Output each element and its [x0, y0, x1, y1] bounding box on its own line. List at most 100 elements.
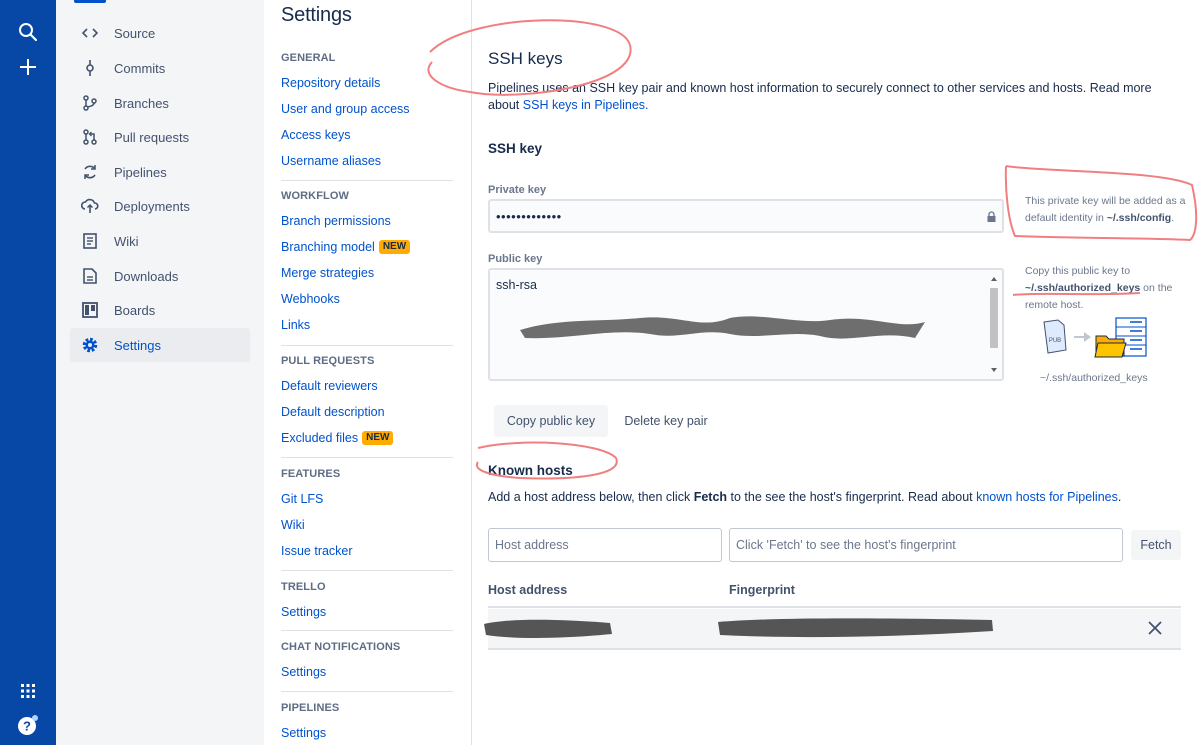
sidebar-item-label: Commits	[114, 60, 166, 76]
table-row-rule	[488, 648, 1181, 650]
link-links[interactable]: Links	[281, 312, 453, 338]
known-hosts-description: Add a host address below, then click Fet…	[488, 490, 1188, 504]
main-content: SSH keys Pipelines uses an SSH key pair …	[472, 0, 1200, 745]
column-header-host: Host address	[488, 583, 568, 597]
help-icon[interactable]: ?	[16, 713, 40, 737]
page-title: Settings	[281, 4, 352, 26]
sidebar-item-pull-requests[interactable]: Pull requests	[70, 120, 250, 154]
desc-text: .	[1117, 490, 1122, 504]
global-nav: ?	[0, 0, 56, 745]
link-username-aliases[interactable]: Username aliases	[281, 148, 453, 174]
link-pipelines-settings[interactable]: Settings	[281, 720, 453, 745]
table-header-rule	[488, 606, 1181, 608]
delete-key-pair-button[interactable]: Delete key pair	[616, 405, 716, 437]
sidebar-item-label: Downloads	[114, 268, 179, 284]
desc-bold: Fetch	[693, 490, 728, 504]
settings-section-workflow: WORKFLOW Branch permissions Branching mo…	[281, 190, 453, 338]
fingerprint-input[interactable]	[729, 528, 1123, 562]
link-trello-settings[interactable]: Settings	[281, 599, 453, 625]
link-branching-model[interactable]: Branching model NEW	[281, 234, 453, 260]
sidebar-item-branches[interactable]: Branches	[70, 86, 250, 120]
sidebar-item-commits[interactable]: Commits	[70, 51, 250, 85]
branch-icon	[80, 93, 100, 113]
settings-section-chat: CHAT NOTIFICATIONS Settings	[281, 641, 453, 685]
known-hosts-docs-link[interactable]: known hosts for Pipelines	[976, 490, 1118, 504]
sidebar-item-boards[interactable]: Boards	[70, 293, 250, 327]
link-chat-settings[interactable]: Settings	[281, 659, 453, 685]
link-webhooks[interactable]: Webhooks	[281, 286, 453, 312]
ssh-intro-text: Pipelines uses an SSH key pair and known…	[488, 80, 1178, 114]
link-git-lfs[interactable]: Git LFS	[281, 486, 453, 512]
close-icon[interactable]	[1147, 620, 1163, 636]
private-key-label: Private key	[488, 184, 547, 196]
sidebar-item-pipelines[interactable]: Pipelines	[70, 155, 250, 189]
fetch-button[interactable]: Fetch	[1131, 530, 1181, 560]
help-text: .	[1171, 212, 1175, 224]
link-default-reviewers[interactable]: Default reviewers	[281, 373, 453, 399]
link-user-group-access[interactable]: User and group access	[281, 96, 453, 122]
commit-icon	[80, 58, 100, 78]
ssh-keys-docs-link[interactable]: SSH keys in Pipelines.	[523, 98, 649, 112]
public-key-value: ssh-rsa	[496, 278, 537, 292]
link-issue-tracker[interactable]: Issue tracker	[281, 538, 453, 564]
column-header-fingerprint: Fingerprint	[729, 583, 795, 597]
help-text: Copy this public key to	[1025, 265, 1131, 277]
sidebar-item-label: Branches	[114, 95, 169, 111]
host-address-input[interactable]	[488, 528, 722, 562]
link-label: Excluded files	[281, 431, 359, 445]
sidebar-item-wiki[interactable]: Wiki	[70, 224, 250, 258]
sidebar-item-deployments[interactable]: Deployments	[70, 189, 250, 223]
settings-section-pull-requests: PULL REQUESTS Default reviewers Default …	[281, 355, 453, 451]
sidebar-item-label: Pull requests	[114, 129, 190, 145]
divider	[281, 630, 453, 631]
sidebar-item-settings[interactable]: Settings	[70, 328, 250, 362]
pull-request-icon	[80, 127, 100, 147]
repo-avatar[interactable]	[74, 0, 106, 3]
link-repository-details[interactable]: Repository details	[281, 70, 453, 96]
public-key-field[interactable]: ssh-rsa	[488, 268, 1004, 381]
project-sidebar: Source Commits Branches Pull requests Pi…	[56, 0, 264, 745]
ssh-keys-heading: SSH keys	[488, 49, 563, 68]
link-excluded-files[interactable]: Excluded files NEW	[281, 425, 453, 451]
divider	[281, 180, 453, 181]
public-key-scrollbar[interactable]	[989, 274, 999, 375]
source-code-icon	[80, 23, 100, 43]
ssh-key-heading: SSH key	[488, 141, 543, 156]
scroll-thumb[interactable]	[990, 288, 998, 348]
link-default-description[interactable]: Default description	[281, 399, 453, 425]
sidebar-item-source[interactable]: Source	[70, 16, 250, 50]
link-branch-permissions[interactable]: Branch permissions	[281, 208, 453, 234]
settings-nav: Settings GENERAL Repository details User…	[264, 0, 472, 745]
private-key-value: •••••••••••••	[496, 208, 562, 224]
link-wiki[interactable]: Wiki	[281, 512, 453, 538]
downloads-icon	[80, 266, 100, 286]
section-heading: FEATURES	[281, 468, 341, 480]
authorized-keys-path: ~/.ssh/authorized_keys	[1025, 282, 1141, 294]
settings-section-general: GENERAL Repository details User and grou…	[281, 52, 453, 174]
app-switcher-icon[interactable]	[16, 679, 40, 703]
link-access-keys[interactable]: Access keys	[281, 122, 453, 148]
sidebar-item-label: Wiki	[114, 233, 139, 249]
divider	[281, 457, 453, 458]
config-path: ~/.ssh/config	[1106, 212, 1172, 224]
new-badge: NEW	[362, 431, 394, 445]
pub-file-label: PUB	[1049, 338, 1061, 344]
sidebar-item-label: Source	[114, 25, 156, 41]
link-label: Branching model	[281, 240, 375, 254]
private-key-field[interactable]: •••••••••••••	[488, 199, 1004, 233]
plus-icon[interactable]	[16, 55, 40, 79]
search-icon[interactable]	[16, 20, 40, 44]
link-merge-strategies[interactable]: Merge strategies	[281, 260, 453, 286]
lock-icon	[987, 210, 996, 225]
boards-icon	[80, 300, 100, 320]
settings-section-trello: TRELLO Settings	[281, 581, 453, 625]
copy-public-key-button[interactable]: Copy public key	[494, 405, 608, 437]
desc-text: Add a host address below, then click	[488, 490, 694, 504]
public-key-help: Copy this public key to ~/.ssh/authorize…	[1025, 263, 1190, 314]
folder-icon	[1094, 335, 1127, 358]
section-heading: TRELLO	[281, 581, 326, 593]
sidebar-item-downloads[interactable]: Downloads	[70, 259, 250, 293]
arrow-icon	[1074, 332, 1091, 342]
section-heading: PULL REQUESTS	[281, 355, 375, 367]
desc-text: to the see the host's fingerprint. Read …	[727, 490, 977, 504]
